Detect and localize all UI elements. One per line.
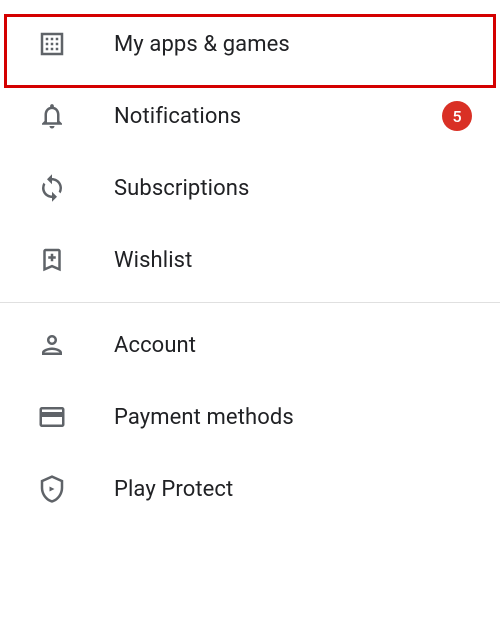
sync-icon bbox=[34, 170, 70, 206]
menu-item-my-apps-games[interactable]: My apps & games bbox=[0, 8, 500, 80]
menu-item-notifications[interactable]: Notifications 5 bbox=[0, 80, 500, 152]
menu-item-label: Payment methods bbox=[114, 405, 294, 430]
bell-icon bbox=[34, 98, 70, 134]
menu-item-label: Subscriptions bbox=[114, 176, 249, 201]
menu-item-label: Wishlist bbox=[114, 248, 192, 273]
shield-play-icon bbox=[34, 471, 70, 507]
credit-card-icon bbox=[34, 399, 70, 435]
menu-item-label: Account bbox=[114, 333, 196, 358]
menu-divider bbox=[0, 302, 500, 303]
menu-item-label: Play Protect bbox=[114, 477, 233, 502]
menu-item-label: My apps & games bbox=[114, 32, 290, 57]
bookmark-plus-icon bbox=[34, 242, 70, 278]
menu-item-play-protect[interactable]: Play Protect bbox=[0, 453, 500, 525]
menu-item-subscriptions[interactable]: Subscriptions bbox=[0, 152, 500, 224]
navigation-drawer: My apps & games Notifications 5 Subscrip… bbox=[0, 0, 500, 525]
menu-item-label: Notifications bbox=[114, 104, 241, 129]
menu-item-account[interactable]: Account bbox=[0, 309, 500, 381]
person-icon bbox=[34, 327, 70, 363]
apps-grid-icon bbox=[34, 26, 70, 62]
menu-item-payment-methods[interactable]: Payment methods bbox=[0, 381, 500, 453]
menu-item-wishlist[interactable]: Wishlist bbox=[0, 224, 500, 296]
notification-badge: 5 bbox=[442, 101, 472, 131]
